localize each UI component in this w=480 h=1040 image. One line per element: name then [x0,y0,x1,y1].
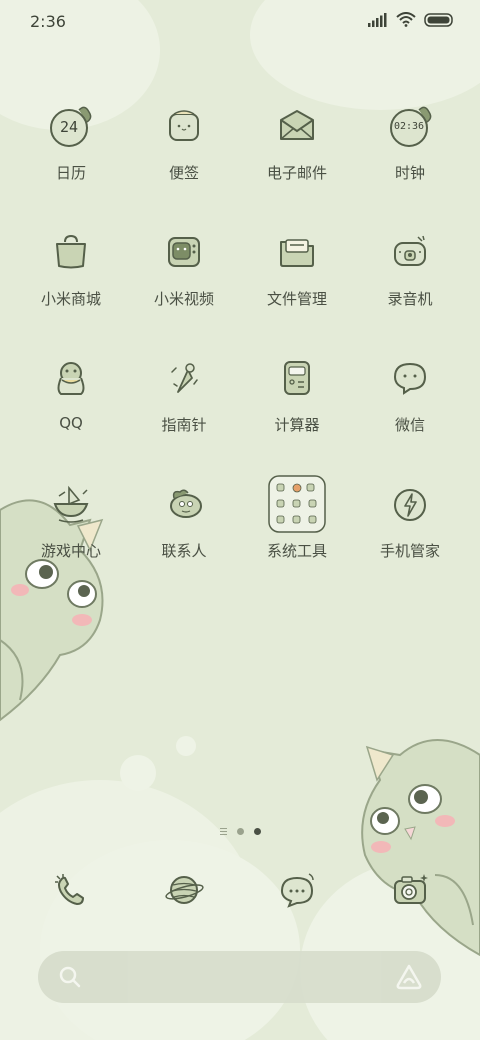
calculator-icon [267,348,327,408]
wifi-icon [396,12,416,27]
security-bolt-icon [380,474,440,534]
contacts-dino-icon [154,474,214,534]
page-indicator-menu-icon [219,828,227,835]
app-label: 时钟 [394,164,425,182]
app-clock[interactable]: 02:36 时钟 [355,96,465,183]
game-boat-icon [41,474,101,534]
system-tools-folder-icon [267,474,327,534]
signal-icon [368,12,387,27]
app-label: 日历 [55,164,86,182]
notes-icon [154,96,214,156]
app-label: 文件管理 [266,290,327,308]
shopping-bag-icon [41,222,101,282]
app-security-bolt[interactable]: 手机管家 [355,474,465,561]
xiaoai-assistant-icon[interactable] [395,963,423,991]
app-label: 录音机 [387,290,433,308]
phone-icon [41,860,101,920]
status-time: 2:36 [30,12,66,31]
app-label: 游戏中心 [40,542,101,560]
app-label: QQ [59,414,83,432]
app-system-tools-folder[interactable]: 系统工具 [242,474,352,561]
recorder-icon [380,222,440,282]
dock-camera[interactable] [355,860,465,920]
app-label: 联系人 [161,542,207,560]
camera-icon [380,860,440,920]
app-qq-penguin[interactable]: QQ [16,348,126,432]
app-calendar[interactable]: 24 日历 [16,96,126,183]
wechat-icon [380,348,440,408]
page-indicator[interactable] [0,828,480,835]
video-tv-icon [154,222,214,282]
compass-icon [154,348,214,408]
app-label: 指南针 [161,416,207,434]
app-label: 手机管家 [379,542,440,560]
page-dot-2-active [253,828,261,835]
search-icon [59,966,81,988]
app-label: 便签 [168,164,199,182]
app-label: 微信 [394,416,425,434]
app-email[interactable]: 电子邮件 [242,96,352,183]
dock-phone[interactable] [16,860,126,920]
icon-badge-text: 02:36 [393,121,425,132]
icon-badge-text: 24 [59,118,79,136]
app-compass[interactable]: 指南针 [129,348,239,435]
calendar-icon: 24 [41,96,101,156]
folder-icon [267,222,327,282]
browser-planet-icon [154,860,214,920]
app-label: 系统工具 [266,542,327,560]
dock-browser-planet[interactable] [129,860,239,920]
app-game-boat[interactable]: 游戏中心 [16,474,126,561]
page-dot-1 [236,828,244,835]
email-icon [267,96,327,156]
battery-icon [424,12,453,27]
qq-penguin-icon [41,348,101,408]
dock [0,860,480,930]
app-video-tv[interactable]: 小米视频 [129,222,239,309]
app-contacts-dino[interactable]: 联系人 [129,474,239,561]
dock-messages[interactable] [242,860,352,920]
app-calculator[interactable]: 计算器 [242,348,352,435]
app-folder[interactable]: 文件管理 [242,222,352,309]
app-wechat[interactable]: 微信 [355,348,465,435]
app-recorder[interactable]: 录音机 [355,222,465,309]
app-label: 小米商城 [40,290,101,308]
search-bar[interactable] [38,951,441,1003]
status-bar: 2:36 [0,0,480,42]
app-label: 电子邮件 [266,164,327,182]
app-label: 小米视频 [153,290,214,308]
messages-icon [267,860,327,920]
app-notes[interactable]: 便签 [129,96,239,183]
app-label: 计算器 [274,416,320,434]
clock-icon: 02:36 [380,96,440,156]
app-shopping-bag[interactable]: 小米商城 [16,222,126,309]
